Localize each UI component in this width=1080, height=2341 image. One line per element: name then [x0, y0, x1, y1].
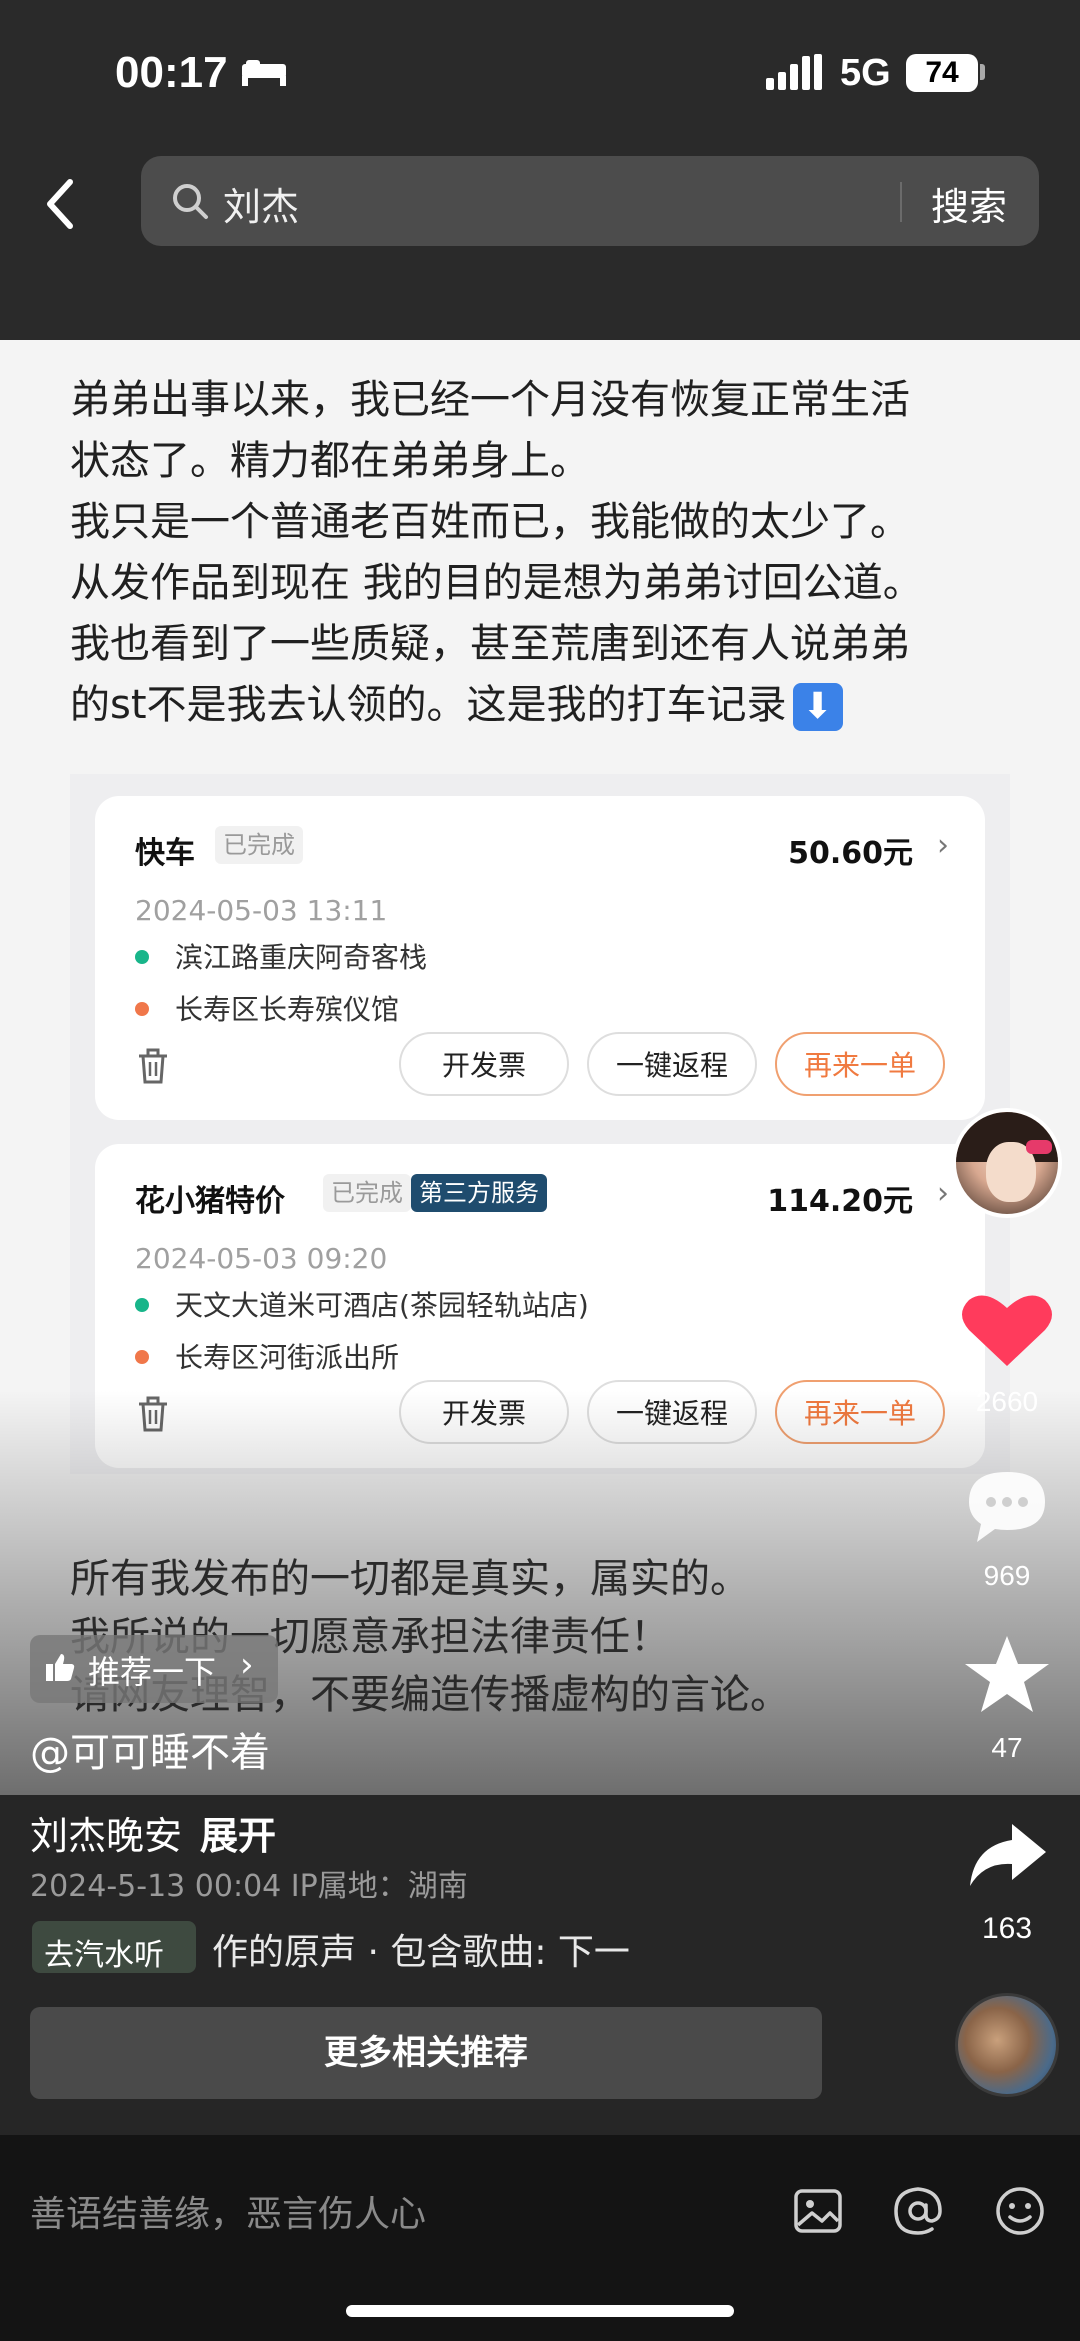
chevron-right-icon[interactable]: › [937, 1176, 949, 1211]
like-count: 2660 [975, 1386, 1039, 1417]
trip-origin: 天文大道米可酒店(茶园轻轨站店) [175, 1289, 589, 1322]
post-meta: 2024-5-13 00:04 IP属地：湖南 [30, 1869, 468, 1904]
author-handle[interactable]: @可可睡不着 [30, 1720, 270, 1778]
favorite-star-icon[interactable] [955, 1632, 1059, 1716]
status-time: 00:17 [115, 48, 228, 97]
post-line: 我只是一个普通老百姓而已，我能做的太少了。 [70, 499, 910, 545]
battery-level: 74 [906, 54, 978, 92]
recommend-label: 推荐一下 [88, 1653, 217, 1691]
search-button[interactable]: 搜索 [931, 176, 1007, 231]
chevron-right-icon: › [240, 1645, 254, 1685]
third-party-badge: 第三方服务 [411, 1174, 547, 1212]
battery-tip [980, 64, 985, 80]
post-line: 我也看到了一些质疑，甚至荒唐到还有人说弟弟 [70, 621, 910, 667]
return-trip-button[interactable]: 一键返程 [587, 1380, 757, 1444]
post-line: 弟弟出事以来，我已经一个月没有恢复正常生活 [70, 377, 910, 423]
comment-count: 969 [983, 1560, 1031, 1591]
caption-panel: 刘杰晚安 展开 2024-5-13 00:04 IP属地：湖南 去汽水听 作的原声… [0, 1795, 1080, 2135]
trip-card[interactable]: 花小猪特价 已完成 第三方服务 114.20元 › 2024-05-03 09:… [95, 1144, 985, 1468]
post-text: 弟弟出事以来，我已经一个月没有恢复正常生活 状态了。精力都在弟弟身上。 我只是一… [70, 370, 1020, 736]
chevron-right-icon[interactable]: › [937, 828, 949, 863]
favorite-count: 47 [991, 1732, 1023, 1763]
trip-title: 花小猪特价 [135, 1184, 285, 1219]
music-app-button[interactable]: 去汽水听 [32, 1921, 196, 1973]
share-count: 163 [981, 1912, 1033, 1945]
comment-bar: 善语结善缘，恶言伤人心 [0, 2135, 1080, 2341]
status-badge: 已完成 [323, 1174, 411, 1212]
origin-dot-icon [135, 1298, 149, 1312]
music-disc-avatar[interactable] [955, 1993, 1059, 2097]
music-track[interactable]: 作的原声 · 包含歌曲: 下一 [212, 1923, 642, 1975]
like-heart-icon[interactable] [955, 1290, 1059, 1370]
home-indicator[interactable] [346, 2305, 734, 2317]
comment-bubble-icon[interactable] [955, 1466, 1059, 1546]
destination-dot-icon [135, 1350, 149, 1364]
trash-icon[interactable] [137, 1048, 169, 1084]
post-line: 所有我发布的一切都是真实，属实的。 [70, 1556, 750, 1602]
post-content[interactable]: 弟弟出事以来，我已经一个月没有恢复正常生活 状态了。精力都在弟弟身上。 我只是一… [0, 340, 1080, 1795]
trip-destination: 长寿区河街派出所 [175, 1341, 400, 1374]
back-arrow-icon[interactable] [38, 174, 88, 234]
invoice-button[interactable]: 开发票 [399, 1380, 569, 1444]
signal-icon [766, 54, 822, 90]
trip-date: 2024-05-03 13:11 [135, 894, 388, 927]
post-line: 状态了。精力都在弟弟身上。 [70, 438, 590, 484]
more-recommendations-button[interactable]: 更多相关推荐 [30, 2007, 822, 2099]
search-query: 刘杰 [223, 185, 300, 229]
status-badge: 已完成 [215, 826, 303, 864]
post-line: 的st不是我去认领的。这是我的打车记录 ⬇ [70, 675, 1020, 736]
thumbs-up-icon [46, 1654, 75, 1681]
trip-origin: 滨江路重庆阿奇客栈 [175, 941, 428, 974]
reorder-button[interactable]: 再来一单 [775, 1380, 945, 1444]
emoji-icon[interactable] [992, 2183, 1048, 2239]
invoice-button[interactable]: 开发票 [399, 1032, 569, 1096]
reorder-button[interactable]: 再来一单 [775, 1032, 945, 1096]
image-icon[interactable] [790, 2183, 846, 2239]
caption-title: 刘杰晚安 展开 [30, 1814, 277, 1858]
sleep-mode-icon [242, 60, 286, 86]
destination-dot-icon [135, 1002, 149, 1016]
expand-button[interactable]: 展开 [200, 1814, 276, 1858]
trip-date: 2024-05-03 09:20 [135, 1242, 388, 1275]
recommend-button[interactable]: 推荐一下 › [30, 1635, 278, 1703]
search-icon [173, 184, 208, 219]
trip-records: 快车 已完成 50.60元 › 2024-05-03 13:11 滨江路重庆阿奇… [70, 774, 1010, 1474]
comment-input[interactable]: 善语结善缘，恶言伤人心 [30, 2185, 426, 2237]
mention-at-icon[interactable] [890, 2183, 946, 2239]
trip-card[interactable]: 快车 已完成 50.60元 › 2024-05-03 13:11 滨江路重庆阿奇… [95, 796, 985, 1120]
status-bar: 00:17 5G 74 [0, 0, 1080, 150]
search-divider [900, 182, 902, 222]
post-line: 从发作品到现在 我的目的是想为弟弟讨回公道。 [70, 560, 923, 606]
network-type: 5G [840, 52, 891, 94]
share-arrow-icon[interactable] [968, 1820, 1048, 1890]
trash-icon[interactable] [137, 1396, 169, 1432]
return-trip-button[interactable]: 一键返程 [587, 1032, 757, 1096]
trip-price: 50.60元 [788, 836, 913, 871]
search-input[interactable]: 刘杰 搜索 [141, 156, 1039, 246]
trip-price: 114.20元 [767, 1184, 913, 1219]
down-arrow-emoji-icon: ⬇ [792, 683, 843, 731]
origin-dot-icon [135, 950, 149, 964]
trip-destination: 长寿区长寿殡仪馆 [175, 993, 400, 1026]
trip-title: 快车 [135, 836, 195, 871]
search-header: 刘杰 搜索 [0, 150, 1080, 340]
author-avatar[interactable] [952, 1108, 1062, 1218]
